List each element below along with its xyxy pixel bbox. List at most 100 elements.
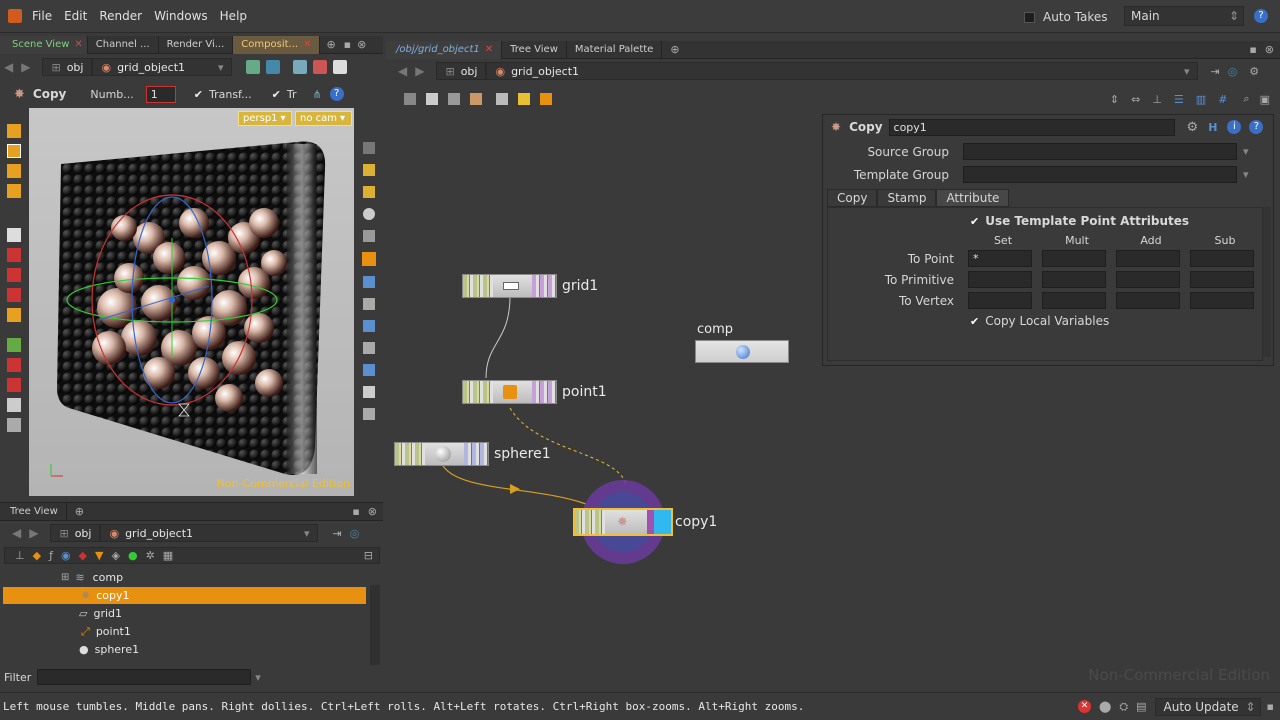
to-point-add-field[interactable] bbox=[1116, 250, 1180, 267]
camera-icon[interactable] bbox=[7, 378, 21, 392]
save-icon[interactable] bbox=[448, 93, 460, 105]
cam-menu[interactable]: no cam ▾ bbox=[295, 111, 352, 126]
display-options-icon[interactable] bbox=[363, 408, 375, 420]
to-primitive-mult-field[interactable] bbox=[1042, 271, 1106, 288]
tree-layout-icon[interactable]: ☰ bbox=[1174, 93, 1184, 106]
menu-render[interactable]: Render bbox=[93, 9, 148, 23]
tab-channel[interactable]: Channel ... bbox=[88, 35, 159, 54]
tab-copy[interactable]: Copy bbox=[827, 189, 878, 207]
tab-render-view[interactable]: Render Vi... bbox=[159, 35, 234, 54]
template-group-field[interactable] bbox=[963, 166, 1237, 183]
selectable-icon[interactable]: ● bbox=[128, 549, 138, 562]
grid-icon[interactable]: ▦ bbox=[163, 549, 173, 562]
render-flag-icon[interactable]: ◈ bbox=[111, 549, 119, 562]
copy-local-vars-checkbox[interactable]: ✔ bbox=[970, 315, 979, 328]
node-sphere1[interactable] bbox=[394, 442, 489, 466]
transform-tool-icon[interactable] bbox=[7, 144, 21, 158]
layout-icon[interactable] bbox=[293, 60, 308, 74]
pin-icon[interactable]: ⇥ bbox=[332, 527, 341, 540]
chevron-down-icon[interactable]: ▾ bbox=[1184, 65, 1190, 78]
display-flag-icon[interactable]: ▼ bbox=[95, 549, 103, 562]
lock-icon[interactable]: ◆ bbox=[79, 549, 87, 562]
path-root[interactable]: ⊞ obj bbox=[42, 58, 93, 76]
desktop-select[interactable]: Main ⇕ bbox=[1124, 6, 1244, 26]
to-primitive-set-field[interactable] bbox=[968, 271, 1032, 288]
houdini-app-icon[interactable] bbox=[8, 9, 22, 23]
brush-icon[interactable] bbox=[7, 288, 21, 302]
back-arrow-icon[interactable]: ◀ bbox=[394, 64, 411, 78]
path-root[interactable]: ⊞ obj bbox=[50, 524, 101, 542]
thumbnail-icon[interactable] bbox=[496, 93, 508, 105]
resize-grip-icon[interactable]: ▪ bbox=[1267, 700, 1274, 713]
home-icon[interactable] bbox=[363, 142, 375, 154]
maximize-icon[interactable]: ▪ bbox=[1249, 43, 1256, 56]
to-vertex-mult-field[interactable] bbox=[1042, 292, 1106, 309]
maximize-icon[interactable]: ▪ bbox=[344, 38, 351, 51]
add-tab-icon[interactable]: ⊕ bbox=[670, 43, 679, 56]
close-icon[interactable]: ✕ bbox=[485, 44, 493, 55]
to-vertex-sub-field[interactable] bbox=[1190, 292, 1254, 309]
close-icon[interactable]: ✕ bbox=[74, 39, 82, 50]
tree-scrollbar[interactable] bbox=[370, 585, 380, 665]
pane-close-icon[interactable]: ⊗ bbox=[368, 505, 377, 518]
auto-takes-checkbox[interactable] bbox=[1024, 11, 1035, 23]
update-mode-select[interactable]: Auto Update ⇕ bbox=[1154, 697, 1261, 716]
to-point-mult-field[interactable] bbox=[1042, 250, 1106, 267]
node-name-field[interactable]: copy1 bbox=[888, 118, 1175, 136]
network-box-icon[interactable] bbox=[470, 93, 482, 105]
to-vertex-add-field[interactable] bbox=[1116, 292, 1180, 309]
to-primitive-add-field[interactable] bbox=[1116, 271, 1180, 288]
source-group-field[interactable] bbox=[963, 143, 1237, 160]
wire-icon[interactable] bbox=[363, 230, 375, 242]
viewport[interactable]: persp1 ▾ no cam ▾ Non-Commercial Edition bbox=[29, 108, 354, 496]
rotate-tool-icon[interactable] bbox=[7, 164, 21, 178]
help-icon[interactable]: ? bbox=[1254, 9, 1268, 23]
stop-icon[interactable]: ✕ bbox=[1078, 700, 1091, 713]
snap-grid-icon[interactable]: # bbox=[1218, 93, 1227, 106]
menu-help[interactable]: Help bbox=[214, 9, 253, 23]
node-comp[interactable] bbox=[695, 340, 789, 363]
handle-icon[interactable] bbox=[7, 248, 21, 262]
menu-windows[interactable]: Windows bbox=[148, 9, 214, 23]
tree-item-point1[interactable]: ⤢ point1 bbox=[3, 623, 366, 640]
sphere-display-icon[interactable] bbox=[363, 208, 375, 220]
pin-icon[interactable] bbox=[246, 60, 261, 74]
transform-checkbox[interactable]: ✔ bbox=[194, 88, 203, 101]
gear-icon[interactable]: ⚙ bbox=[1187, 120, 1199, 135]
cache-icon[interactable]: ⬤ bbox=[1099, 700, 1111, 713]
search-icon[interactable]: ⌕ bbox=[1243, 92, 1249, 106]
path-object[interactable]: ◉ grid_object1 ▾ bbox=[100, 524, 319, 542]
link-icon[interactable]: ◎ bbox=[1228, 65, 1238, 78]
vertex-icon[interactable] bbox=[363, 342, 375, 354]
node-copy1[interactable]: ✸ bbox=[573, 508, 673, 536]
ghost-icon[interactable] bbox=[363, 386, 375, 398]
align-icon[interactable]: ⊥ bbox=[1152, 93, 1162, 106]
grid-layout-icon[interactable]: ▥ bbox=[1196, 93, 1206, 106]
tab-network[interactable]: /obj/grid_object1 ✕ bbox=[386, 40, 503, 59]
forward-arrow-icon[interactable]: ▶ bbox=[17, 60, 34, 74]
back-arrow-icon[interactable]: ◀ bbox=[8, 526, 25, 540]
uv-icon[interactable] bbox=[363, 364, 375, 376]
dependency-icon[interactable] bbox=[540, 93, 552, 105]
tab-stamp[interactable]: Stamp bbox=[877, 189, 937, 207]
path-object[interactable]: ◉ grid_object1 ▾ bbox=[486, 62, 1199, 80]
forward-arrow-icon[interactable]: ▶ bbox=[25, 526, 42, 540]
flag-icon[interactable]: ◆ bbox=[33, 549, 41, 562]
tr-checkbox[interactable]: ✔ bbox=[272, 88, 281, 101]
menu-edit[interactable]: Edit bbox=[58, 9, 93, 23]
network-icon[interactable]: ⋔ bbox=[312, 88, 321, 101]
pointer-icon[interactable] bbox=[7, 228, 21, 242]
add-tab-icon[interactable]: ⊕ bbox=[326, 38, 335, 51]
note-icon[interactable] bbox=[426, 93, 438, 105]
tree-item-grid1[interactable]: ▱ grid1 bbox=[3, 605, 366, 622]
tab-attribute[interactable]: Attribute bbox=[936, 189, 1010, 207]
pin-icon[interactable]: ⇥ bbox=[1210, 65, 1219, 78]
network-status-icon[interactable]: ▤ bbox=[1136, 700, 1146, 713]
collapse-icon[interactable]: ⊟ bbox=[364, 549, 373, 562]
add-tab-icon[interactable]: ⊕ bbox=[75, 505, 84, 518]
pane-close-icon[interactable]: ⊗ bbox=[357, 38, 366, 51]
use-template-checkbox[interactable]: ✔ bbox=[970, 215, 979, 228]
path-root[interactable]: ⊞ obj bbox=[436, 62, 487, 80]
sticky-note-icon[interactable] bbox=[518, 93, 530, 105]
maximize-icon[interactable]: ▪ bbox=[352, 505, 359, 518]
